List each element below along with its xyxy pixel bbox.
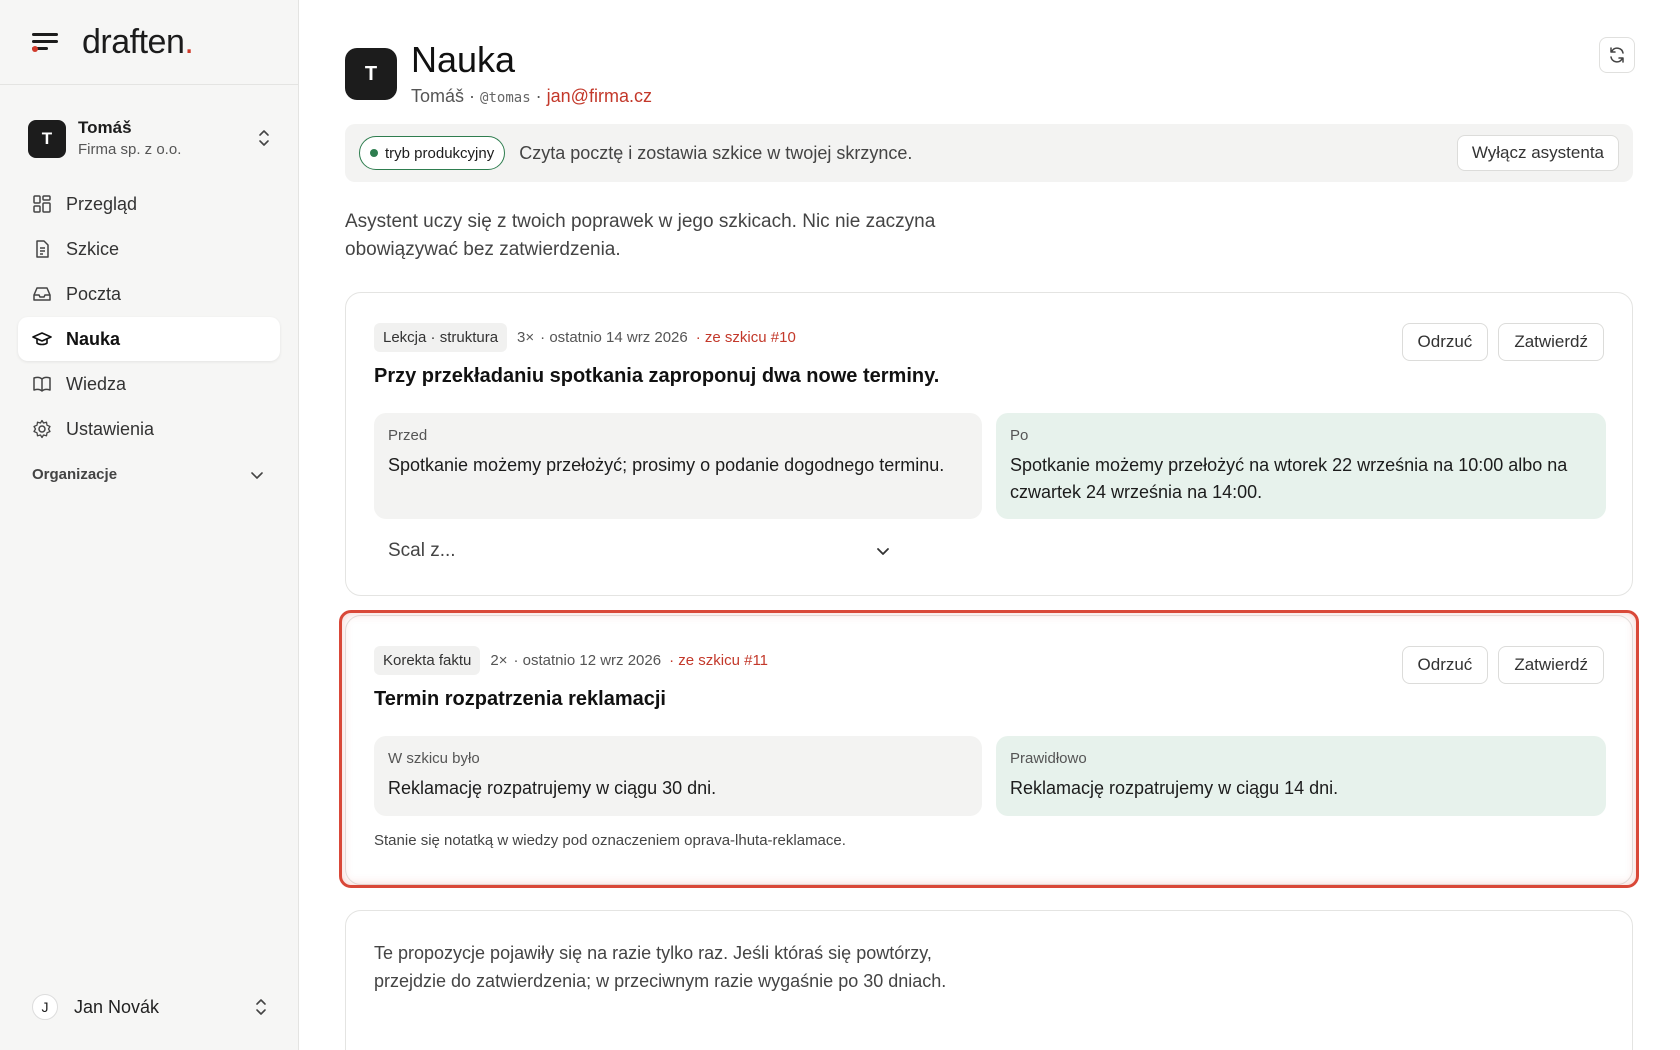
chevron-updown-icon (256, 999, 266, 1015)
lesson-card: Lekcja · struktura 3× · ostatnio 14 wrz … (345, 292, 1633, 596)
user-avatar: J (32, 994, 58, 1020)
before-label: Przed (388, 427, 428, 444)
sidebar-item-label: Poczta (66, 283, 122, 304)
refresh-icon (1610, 47, 1624, 63)
reject-button[interactable]: Odrzuć (1401, 323, 1489, 361)
document-icon (36, 240, 49, 258)
reject-button[interactable]: Odrzuć (1401, 646, 1489, 684)
account-name: Tomáš (78, 118, 132, 137)
after-label: Po (1010, 427, 1029, 444)
profile-avatar: T (345, 48, 397, 100)
organizations-label: Organizacje (32, 466, 118, 483)
before-label: W szkicu było (388, 750, 480, 767)
after-label: Prawidłowo (1010, 750, 1087, 767)
card-title: Przy przekładaniu spotkania zaproponuj d… (374, 365, 940, 387)
page-subtitle: Tomáš · @tomas · jan@firma.cz (411, 86, 652, 106)
graduation-cap-icon (32, 332, 52, 346)
user-menu[interactable]: J Jan Novák (32, 994, 268, 1020)
refresh-button[interactable] (1599, 37, 1635, 73)
user-name: Jan Novák (74, 996, 160, 1017)
menu-icon[interactable] (32, 31, 60, 53)
card-actions: Odrzuć Zatwierdź (1401, 646, 1604, 684)
after-box: Prawidłowo Reklamację rozpatrujemy w cią… (996, 736, 1606, 816)
sidebar-item-poczta[interactable]: Poczta (18, 272, 280, 316)
page-header: T Nauka Tomáš · @tomas · jan@firma.cz (345, 40, 652, 107)
card-title: Termin rozpatrzenia reklamacji (374, 688, 666, 710)
chevron-down-icon (251, 471, 263, 479)
sidebar: draften. T Tomáš Firma sp. z o.o. Przegl… (0, 0, 299, 1050)
disable-assistant-button[interactable]: Wyłącz asystenta (1456, 135, 1619, 171)
account-org: Firma sp. z o.o. (78, 141, 182, 158)
pending-info-card: Te propozycje pojawiły się na razie tylk… (345, 910, 1633, 1050)
card-count: 3× (517, 329, 535, 346)
inbox-icon (33, 287, 51, 301)
after-text: Spotkanie możemy przełożyć na wtorek 22 … (1010, 455, 1568, 502)
card-count: 2× (490, 652, 508, 669)
chevron-updown-icon (256, 129, 272, 149)
mode-badge: tryb produkcyjny (359, 136, 506, 170)
merge-select[interactable]: Scal z... (374, 529, 904, 573)
logo[interactable]: draften. (82, 23, 194, 62)
card-source-link[interactable]: · ze szkicu #11 (669, 652, 768, 669)
mode-bar: tryb produkcyjny Czyta pocztę i zostawia… (345, 124, 1633, 182)
sidebar-item-label: Nauka (66, 328, 121, 349)
main-content: T Nauka Tomáš · @tomas · jan@firma.cz tr… (339, 0, 1639, 1050)
sidebar-item-nauka[interactable]: Nauka (18, 317, 280, 361)
before-text: Spotkanie możemy przełożyć; prosimy o po… (388, 455, 945, 475)
card-last-date: · ostatnio 12 wrz 2026 (513, 652, 662, 669)
chevron-down-icon (877, 548, 889, 555)
card-last-date: · ostatnio 14 wrz 2026 (540, 329, 688, 346)
sidebar-item-label: Ustawienia (66, 418, 155, 439)
status-dot-icon (370, 149, 378, 157)
brand-header: draften. (0, 0, 298, 85)
card-note: Stanie się notatką w wiedzy pod oznaczen… (374, 832, 846, 849)
book-icon (33, 376, 51, 392)
card-meta: Korekta faktu 2× · ostatnio 12 wrz 2026 … (374, 646, 768, 675)
sidebar-item-wiedza[interactable]: Wiedza (18, 362, 280, 406)
gear-icon (33, 419, 51, 439)
card-tag: Korekta faktu (374, 646, 481, 675)
before-box: Przed Spotkanie możemy przełożyć; prosim… (374, 413, 982, 519)
sidebar-item-przeglad[interactable]: Przegląd (18, 182, 280, 226)
owner-email[interactable]: jan@firma.cz (547, 86, 652, 106)
after-box: Po Spotkanie możemy przełożyć na wtorek … (996, 413, 1606, 519)
sidebar-nav: Przegląd Szkice Poczta Nauka Wiedza Usta… (18, 182, 280, 452)
merge-select-value: Scal z... (388, 540, 456, 561)
fact-correction-card: Korekta faktu 2× · ostatnio 12 wrz 2026 … (345, 615, 1633, 885)
card-actions: Odrzuć Zatwierdź (1401, 323, 1604, 361)
owner-handle: @tomas (480, 90, 531, 106)
organizations-toggle[interactable]: Organizacje (32, 466, 264, 483)
sidebar-item-label: Przegląd (66, 193, 138, 214)
grid-icon (33, 195, 51, 213)
account-avatar: T (28, 120, 66, 158)
mode-description: Czyta pocztę i zostawia szkice w twojej … (519, 142, 913, 163)
account-switcher[interactable]: T Tomáš Firma sp. z o.o. (28, 116, 272, 162)
sidebar-item-label: Szkice (66, 238, 120, 259)
sidebar-item-label: Wiedza (66, 373, 127, 394)
sidebar-item-szkice[interactable]: Szkice (18, 227, 280, 271)
after-text: Reklamację rozpatrujemy w ciągu 14 dni. (1010, 778, 1339, 798)
approve-button[interactable]: Zatwierdź (1498, 323, 1604, 361)
pending-info-text: Te propozycje pojawiły się na razie tylk… (374, 943, 947, 991)
sidebar-item-ustawienia[interactable]: Ustawienia (18, 407, 280, 451)
page-title: Nauka (411, 39, 516, 80)
before-box: W szkicu było Reklamację rozpatrujemy w … (374, 736, 982, 816)
owner-name: Tomáš (411, 86, 465, 106)
card-source-link[interactable]: · ze szkicu #10 (696, 329, 796, 346)
card-tag: Lekcja · struktura (374, 323, 508, 352)
intro-text: Asystent uczy się z twoich poprawek w je… (345, 211, 936, 260)
card-meta: Lekcja · struktura 3× · ostatnio 14 wrz … (374, 323, 796, 352)
approve-button[interactable]: Zatwierdź (1498, 646, 1604, 684)
before-text: Reklamację rozpatrujemy w ciągu 30 dni. (388, 778, 717, 798)
